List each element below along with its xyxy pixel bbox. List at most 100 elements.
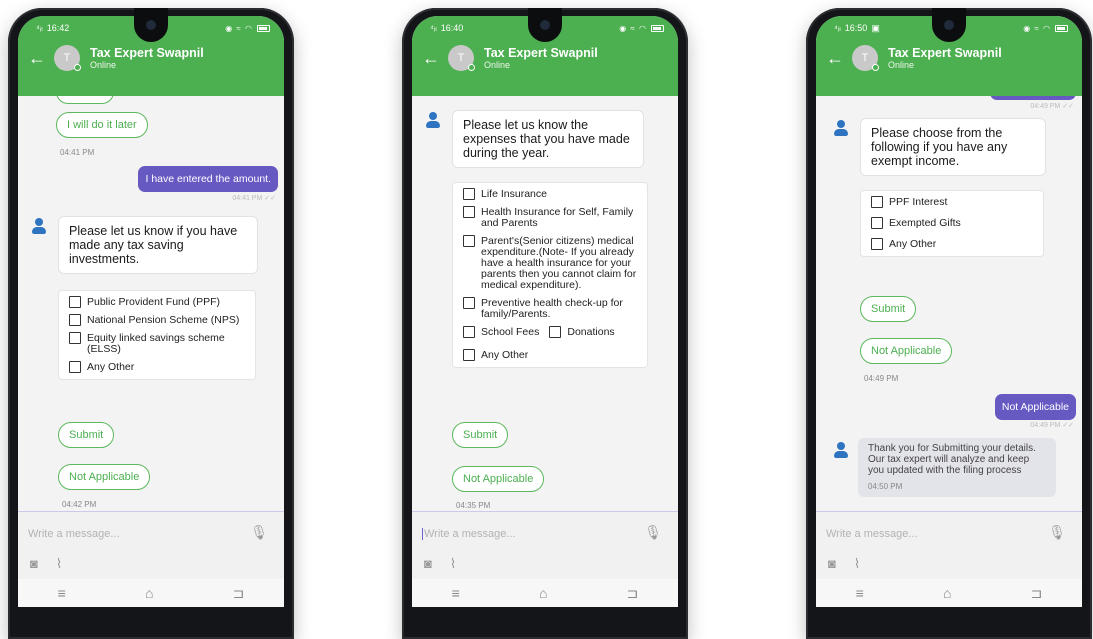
camera-notch [134, 8, 168, 42]
bot-avatar-icon [32, 218, 46, 234]
option-life-insurance[interactable]: Life Insurance [463, 188, 637, 200]
message-input[interactable]: Write a message... [826, 528, 918, 540]
checkbox[interactable] [69, 361, 81, 373]
home-icon[interactable]: ⌂ [145, 585, 153, 601]
sent-time: 04:41 PM ✓✓ [232, 195, 276, 202]
screen: ⁴ᵢₗ 16:40 ◉ ≈ ◠ ← T Tax Expert Swapnil On… [412, 16, 678, 607]
option-health-insurance[interactable]: Health Insurance for Self, Family and Pa… [463, 206, 637, 229]
online-indicator [468, 64, 475, 71]
option-donations[interactable]: Donations [549, 326, 615, 345]
composer: Write a message... 🎙︎ ◙ ⌇ [412, 511, 678, 579]
option-any-other[interactable]: Any Other [69, 361, 245, 373]
submit-button[interactable]: Submit [58, 422, 115, 448]
camera-notch [932, 8, 966, 42]
camera-icon[interactable]: ◙ [30, 556, 38, 572]
checkbox[interactable] [463, 188, 475, 200]
mic-icon[interactable]: 🎙︎ [250, 524, 268, 541]
back-nav-icon[interactable]: ⊐ [627, 585, 639, 602]
chat-area[interactable]: I will do it later 04:41 PM I have enter… [18, 96, 284, 511]
chat-header: ← T Tax Expert Swapnil Online [816, 40, 1082, 76]
back-arrow-icon[interactable]: ← [422, 48, 440, 69]
option-parents-medical[interactable]: Parent's(Senior citizens) medical expend… [463, 235, 637, 291]
paperclip-icon[interactable]: ⌇ [56, 556, 62, 572]
back-nav-icon[interactable]: ⊐ [1031, 585, 1043, 602]
contact-avatar[interactable]: T [852, 45, 879, 71]
message-time: 04:50 PM [868, 482, 903, 491]
checkbox[interactable] [463, 349, 475, 361]
contact-info[interactable]: Tax Expert Swapnil Online [484, 46, 598, 70]
menu-icon[interactable]: ≡ [856, 585, 864, 601]
screen: ⁴ᵢₗ 16:50 ▣ ◉ ≈ ◠ ← T Tax Expert Swapnil O… [816, 16, 1082, 607]
paperclip-icon[interactable]: ⌇ [450, 556, 456, 572]
signal-icon: ⁴ᵢₗ [36, 22, 43, 33]
signal-icon: ⁴ᵢₗ [834, 22, 841, 33]
contact-avatar[interactable]: T [54, 45, 81, 71]
chat-area[interactable]: 04:49 PM ✓✓ Please choose from the follo… [816, 96, 1082, 511]
option-nps[interactable]: National Pension Scheme (NPS) [69, 314, 245, 326]
camera-icon[interactable]: ◙ [828, 556, 836, 572]
message-input[interactable]: Write a message... [422, 528, 516, 541]
option-ppf[interactable]: Public Provident Fund (PPF) [69, 296, 245, 308]
checkbox[interactable] [69, 332, 81, 344]
menu-icon[interactable]: ≡ [452, 585, 460, 601]
sent-time: 04:49 PM ✓✓ [1030, 422, 1074, 429]
contact-avatar[interactable]: T [448, 45, 475, 71]
message-input[interactable]: Write a message... [28, 528, 120, 540]
submit-button[interactable]: Submit [452, 422, 509, 448]
checkbox[interactable] [871, 196, 883, 208]
phone-1: ⁴ᵢₗ 16:42 ◉ ≈ ◠ ← T Tax Expert Swapnil On… [8, 8, 294, 639]
not-applicable-button[interactable]: Not Applicable [58, 464, 151, 490]
status-icons: ◉ ≈ ◠ [225, 23, 253, 33]
options-box: Life Insurance Health Insurance for Self… [452, 182, 648, 368]
checkbox[interactable] [69, 296, 81, 308]
checkbox[interactable] [463, 297, 475, 309]
submit-button[interactable]: Submit [860, 296, 917, 322]
not-applicable-button[interactable]: Not Applicable [860, 338, 953, 364]
option-ppf-interest[interactable]: PPF Interest [871, 196, 1033, 208]
option-any-other[interactable]: Any Other [871, 238, 1033, 250]
checkbox[interactable] [463, 206, 475, 218]
paperclip-icon[interactable]: ⌇ [854, 556, 860, 572]
camera-notch [528, 8, 562, 42]
back-nav-icon[interactable]: ⊐ [233, 585, 245, 602]
option-exempted-gifts[interactable]: Exempted Gifts [871, 217, 1033, 229]
mic-icon[interactable]: 🎙︎ [1048, 524, 1066, 541]
message-time: 04:41 PM [60, 148, 95, 157]
option-preventive-checkup[interactable]: Preventive health check-up for family/Pa… [463, 297, 637, 320]
home-icon[interactable]: ⌂ [943, 585, 951, 601]
partial-reply-button[interactable] [56, 96, 114, 104]
contact-info[interactable]: Tax Expert Swapnil Online [90, 46, 204, 70]
checkbox[interactable] [871, 238, 883, 250]
mic-icon[interactable]: 🎙︎ [644, 524, 662, 541]
contact-name: Tax Expert Swapnil [90, 46, 204, 60]
bot-avatar-icon [834, 442, 848, 458]
system-nav-bar: ≡ ⌂ ⊐ [816, 579, 1082, 607]
option-school-fees[interactable]: School Fees [463, 326, 539, 338]
phone-3: ⁴ᵢₗ 16:50 ▣ ◉ ≈ ◠ ← T Tax Expert Swapnil O… [806, 8, 1092, 639]
chat-area[interactable]: Please let us know the expenses that you… [412, 96, 678, 511]
checkbox[interactable] [463, 326, 475, 338]
menu-icon[interactable]: ≡ [58, 585, 66, 601]
option-any-other[interactable]: Any Other [463, 349, 637, 361]
home-icon[interactable]: ⌂ [539, 585, 547, 601]
checkbox[interactable] [549, 326, 562, 338]
message-time: 04:49 PM [864, 374, 899, 383]
contact-info[interactable]: Tax Expert Swapnil Online [888, 46, 1002, 70]
contact-status: Online [90, 60, 117, 70]
chat-header: ← T Tax Expert Swapnil Online [412, 40, 678, 76]
camera-icon[interactable]: ◙ [424, 556, 432, 572]
online-indicator [872, 64, 879, 71]
back-arrow-icon[interactable]: ← [28, 48, 46, 69]
options-box: PPF Interest Exempted Gifts Any Other [860, 190, 1044, 257]
system-nav-bar: ≡ ⌂ ⊐ [18, 579, 284, 607]
screen: ⁴ᵢₗ 16:42 ◉ ≈ ◠ ← T Tax Expert Swapnil On… [18, 16, 284, 607]
back-arrow-icon[interactable]: ← [826, 48, 844, 69]
option-elss[interactable]: Equity linked savings scheme (ELSS) [69, 332, 245, 355]
message-time: 04:35 PM [456, 501, 491, 510]
i-will-do-it-later-button[interactable]: I will do it later [56, 112, 148, 138]
not-applicable-button[interactable]: Not Applicable [452, 466, 545, 492]
checkbox[interactable] [69, 314, 81, 326]
checkbox[interactable] [871, 217, 883, 229]
bot-question-bubble: Please let us know the expenses that you… [452, 110, 644, 168]
checkbox[interactable] [463, 235, 475, 247]
